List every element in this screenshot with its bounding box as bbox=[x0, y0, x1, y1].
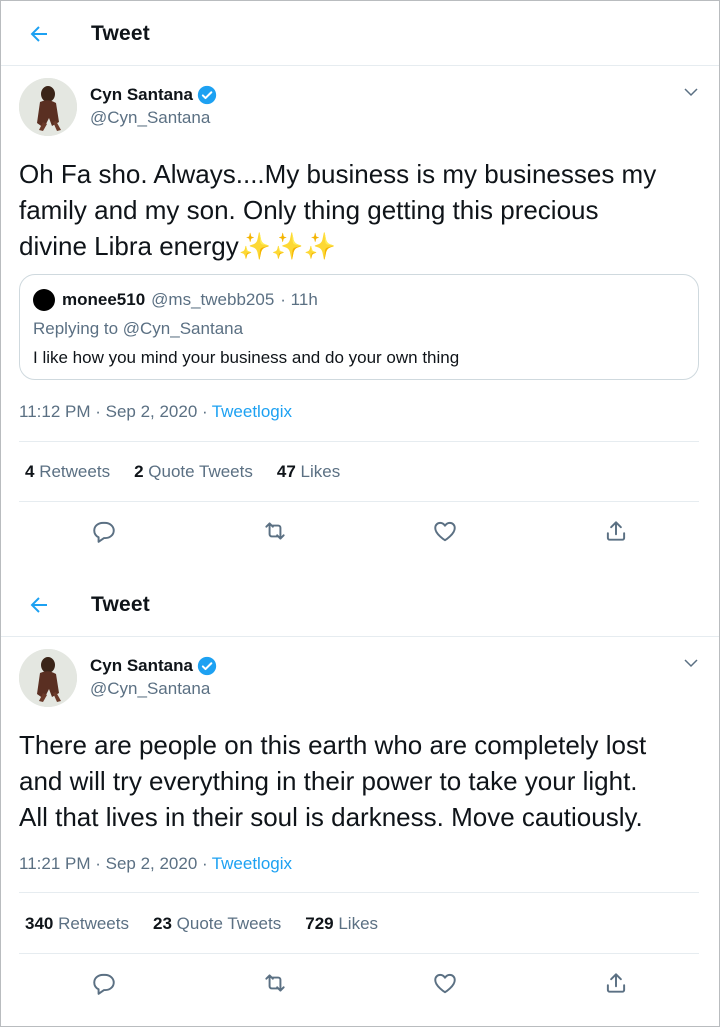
avatar[interactable] bbox=[19, 649, 77, 707]
chevron-down-icon[interactable] bbox=[682, 83, 700, 101]
quoted-time: · 11h bbox=[280, 290, 318, 309]
quoted-text: I like how you mind your business and do… bbox=[33, 348, 460, 367]
header-title: Tweet bbox=[91, 593, 150, 616]
share-icon[interactable] bbox=[603, 970, 629, 996]
like-icon[interactable] bbox=[432, 518, 458, 544]
reply-icon[interactable] bbox=[91, 518, 117, 544]
chevron-down-icon[interactable] bbox=[682, 654, 700, 672]
retweets-stat[interactable]: 340 Retweets bbox=[25, 914, 129, 934]
quote-tweets-stat[interactable]: 2 Quote Tweets bbox=[134, 462, 253, 482]
likes-stat[interactable]: 729 Likes bbox=[305, 914, 378, 934]
author-name[interactable]: Cyn Santana bbox=[90, 85, 193, 105]
quoted-name-row: monee510 @ms_twebb205 · 11h bbox=[62, 290, 318, 310]
avatar[interactable] bbox=[19, 78, 77, 136]
quoted-replying-to: Replying to @Cyn_Santana bbox=[33, 319, 244, 338]
tweet-text: There are people on this earth who are c… bbox=[19, 730, 647, 832]
retweet-icon[interactable] bbox=[262, 970, 288, 996]
retweets-stat[interactable]: 4 Retweets bbox=[25, 462, 110, 482]
divider bbox=[19, 441, 699, 442]
verified-badge-icon bbox=[197, 85, 217, 105]
source-link[interactable]: Tweetlogix bbox=[212, 402, 292, 422]
quoted-handle: @ms_twebb205 bbox=[151, 290, 275, 309]
timestamp-row: 11:12 PM · Sep 2, 2020 · Tweetlogix bbox=[19, 402, 292, 422]
divider bbox=[19, 501, 699, 502]
like-icon[interactable] bbox=[432, 970, 458, 996]
reply-icon[interactable] bbox=[91, 970, 117, 996]
timestamp-row: 11:21 PM · Sep 2, 2020 · Tweetlogix bbox=[19, 854, 292, 874]
quoted-tweet[interactable]: monee510 @ms_twebb205 · 11h Replying to … bbox=[19, 274, 699, 380]
quoted-name: monee510 bbox=[62, 290, 146, 309]
author-name[interactable]: Cyn Santana bbox=[90, 656, 193, 676]
source-link[interactable]: Tweetlogix bbox=[212, 854, 292, 874]
back-arrow-icon[interactable] bbox=[27, 22, 51, 46]
author-name-row[interactable]: Cyn Santana bbox=[90, 656, 217, 676]
quote-tweets-stat[interactable]: 23 Quote Tweets bbox=[153, 914, 281, 934]
tweet-header: Tweet bbox=[1, 1, 719, 66]
timestamp[interactable]: 11:12 PM · Sep 2, 2020 · bbox=[19, 402, 208, 422]
author-handle[interactable]: @Cyn_Santana bbox=[90, 108, 210, 128]
verified-badge-icon bbox=[197, 656, 217, 676]
tweet-header: Tweet bbox=[1, 572, 719, 637]
share-icon[interactable] bbox=[603, 518, 629, 544]
divider bbox=[19, 892, 699, 893]
tweet-text: Oh Fa sho. Always....My business is my b… bbox=[19, 159, 657, 261]
stats-row: 4 Retweets 2 Quote Tweets 47 Likes bbox=[25, 462, 364, 482]
author-handle[interactable]: @Cyn_Santana bbox=[90, 679, 210, 699]
retweet-icon[interactable] bbox=[262, 518, 288, 544]
header-title: Tweet bbox=[91, 22, 150, 45]
stats-row: 340 Retweets 23 Quote Tweets 729 Likes bbox=[25, 914, 402, 934]
author-name-row[interactable]: Cyn Santana bbox=[90, 85, 217, 105]
quoted-avatar bbox=[33, 289, 55, 311]
back-arrow-icon[interactable] bbox=[27, 593, 51, 617]
likes-stat[interactable]: 47 Likes bbox=[277, 462, 340, 482]
divider bbox=[19, 953, 699, 954]
timestamp[interactable]: 11:21 PM · Sep 2, 2020 · bbox=[19, 854, 208, 874]
